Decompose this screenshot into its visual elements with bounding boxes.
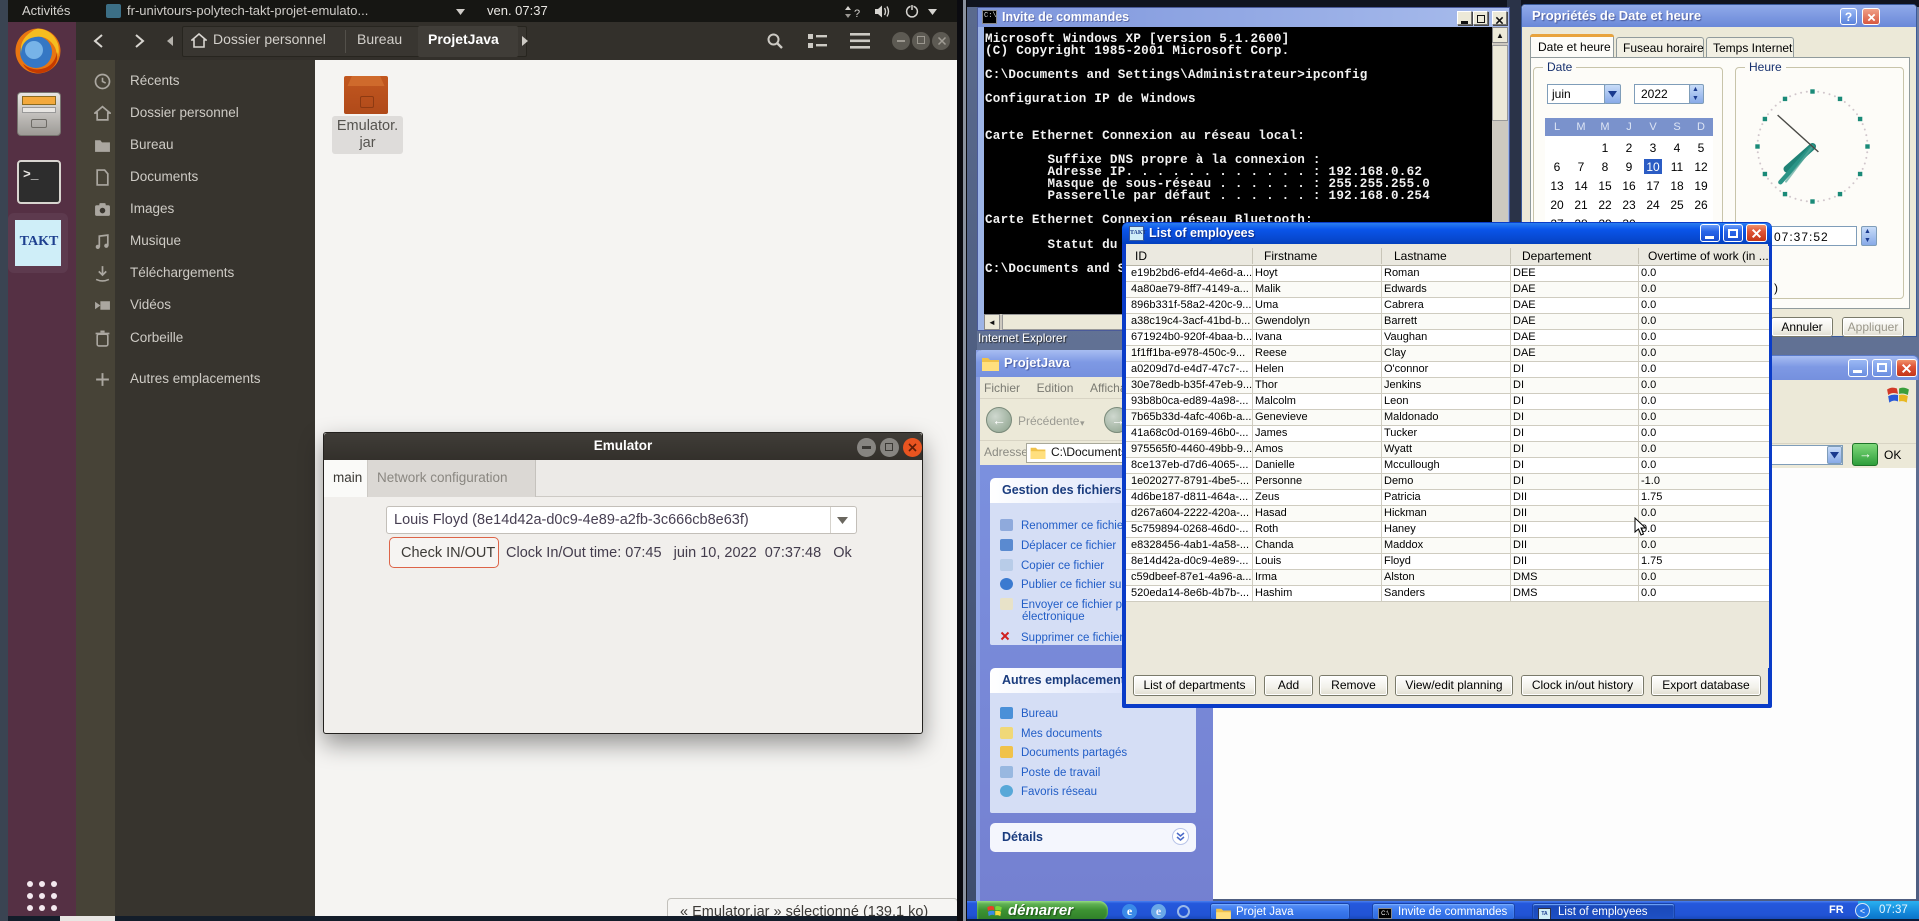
svg-text:?: ? (854, 8, 860, 18)
